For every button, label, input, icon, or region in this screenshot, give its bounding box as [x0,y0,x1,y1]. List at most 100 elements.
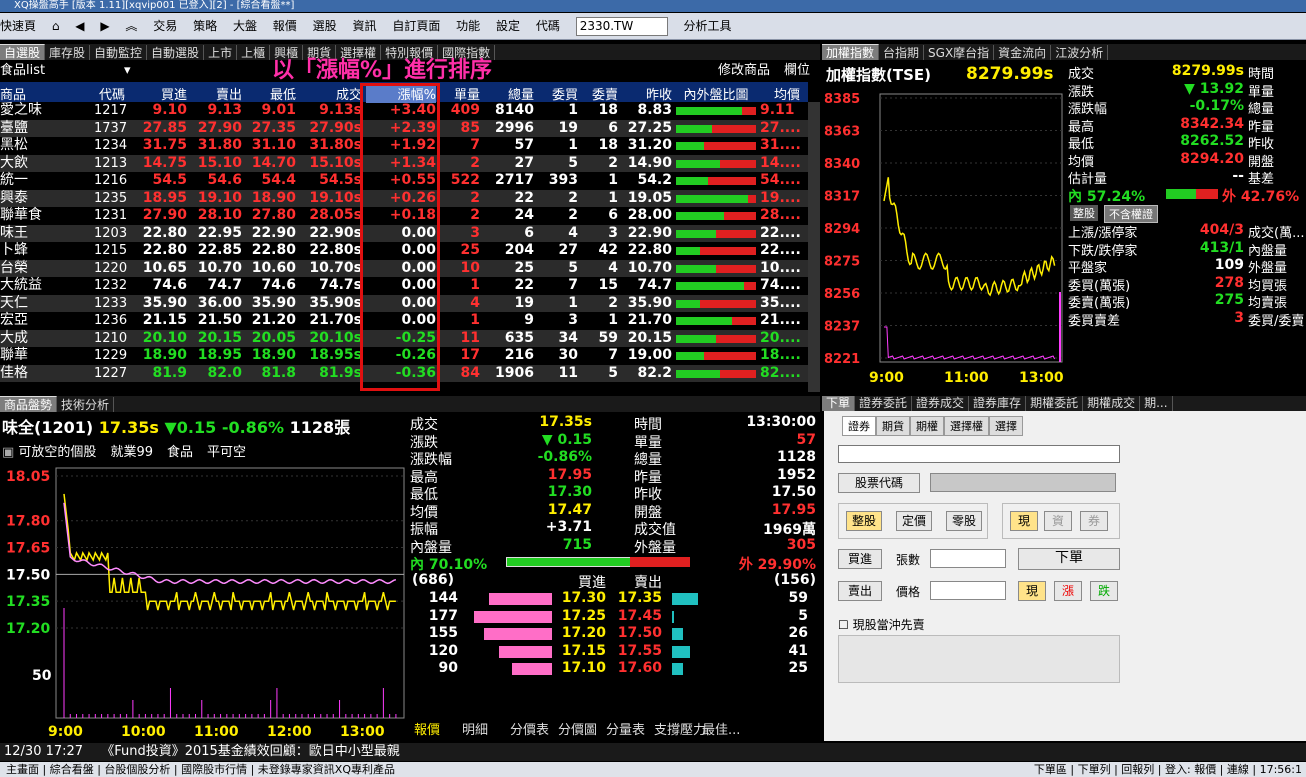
order-tab-3[interactable]: 證券庫存 [969,396,1027,411]
col-header-2[interactable]: 買進 [130,84,187,103]
home-icon[interactable]: ⌂ [52,13,60,39]
whole-share-button[interactable]: 整股 [846,511,882,531]
order-tab-0[interactable]: 下單 [822,396,856,411]
watchlist-tab-1[interactable]: 庫存股 [45,45,91,60]
limit-down-button[interactable]: 跌 [1090,581,1118,601]
col-header-0[interactable]: 商品 [0,84,28,103]
order-tab-2[interactable]: 證券成交 [912,396,970,411]
list-selector[interactable]: 食品list [0,63,45,78]
index-tab-3[interactable]: 資金流向 [994,45,1052,60]
order-subtab-2[interactable]: 期權 [910,416,944,436]
index-tab-1[interactable]: 台指期 [879,45,925,60]
menu-market[interactable]: 大盤 [233,13,257,39]
stock-code-button[interactable]: 股票代碼 [838,473,920,493]
market-price-button[interactable]: 現 [1018,581,1046,601]
watchlist-scrollbar[interactable] [808,102,820,392]
menu-info[interactable]: 資訊 [352,13,376,39]
order-tab-6[interactable]: 期... [1140,396,1173,411]
cell-avg: 10.... [760,259,801,276]
watchlist-tab-4[interactable]: 上市 [204,45,238,60]
news-ticker[interactable]: 12/30 17:27 《Fund投資》2015基金績效回顧：歐日中小型最親 [0,743,1306,761]
qty-input[interactable] [930,549,1006,568]
fixed-price-button[interactable]: 定價 [896,511,932,531]
stock-tag-0[interactable]: 可放空的個股 [18,445,96,460]
cash-button[interactable]: 現 [1010,511,1038,531]
index-tab-4[interactable]: 江波分析 [1051,45,1109,60]
order-tab-1[interactable]: 證券委託 [855,396,913,411]
collapse-icon[interactable]: ︽ [125,13,137,39]
order-subtab-3[interactable]: 選擇權 [944,416,989,436]
menu-strategy[interactable]: 策略 [193,13,217,39]
columns-button[interactable]: 欄位 [784,62,810,80]
forward-icon[interactable]: ▶ [100,13,109,39]
quote-bottom-tab-0[interactable]: 報價 [414,719,440,738]
quote-bottom-tab-1[interactable]: 明細 [462,719,488,738]
stock-tag-2[interactable]: 食品 [167,445,193,460]
menu-quote[interactable]: 報價 [273,13,297,39]
col-header-13[interactable]: 均價 [760,84,800,103]
menu-trade[interactable]: 交易 [153,13,177,39]
short-button[interactable]: 券 [1080,511,1108,531]
col-header-10[interactable]: 委賣 [582,84,618,103]
order-tab-5[interactable]: 期權成交 [1083,396,1141,411]
menu-settings[interactable]: 設定 [496,13,520,39]
col-header-9[interactable]: 委買 [540,84,578,103]
whole-share-toggle[interactable]: 整股 [1070,205,1098,221]
quote-tab-1[interactable]: 技術分析 [57,397,115,412]
quick-page-button[interactable]: 快速頁 [0,13,36,39]
checkbox-icon[interactable]: ▣ [2,445,18,460]
order-subtab-1[interactable]: 期貨 [876,416,910,436]
cell-avg: 21.... [760,312,801,328]
stock-code-input[interactable] [930,473,1116,492]
chevron-down-icon[interactable]: ▾ [124,62,131,80]
order-subtab-0[interactable]: 證券 [842,416,876,436]
menu-screener[interactable]: 選股 [313,13,337,39]
daytrade-checkbox[interactable]: ☐ 現股當沖先賣 [838,616,925,633]
menu-custom-page[interactable]: 自訂頁面 [392,13,440,39]
watchlist-tab-5[interactable]: 上櫃 [237,45,271,60]
edit-symbols-button[interactable]: 修改商品 [718,62,770,80]
quote-rvalue-1: 57 [796,431,816,448]
sell-button[interactable]: 賣出 [838,581,882,601]
index-tab-0[interactable]: 加權指數 [822,44,880,60]
quote-bottom-tab-5[interactable]: 支撐壓力 [654,719,706,738]
symbol-input[interactable]: 2330.TW [575,17,668,36]
page-tabs[interactable]: 主畫面 | 綜合看盤 | 台股個股分析 | 國際股市行情 | 未登錄專家資訊XQ… [6,763,395,776]
col-header-1[interactable]: 代碼 [94,84,125,103]
news-headline[interactable]: 《Fund投資》2015基金績效回顧：歐日中小型最親 [101,744,400,759]
stock-tag-3[interactable]: 平可空 [207,445,246,460]
account-select[interactable] [838,445,1120,463]
watchlist-tab-3[interactable]: 自動選股 [147,45,205,60]
stock-intraday-chart[interactable]: 18.05 17.80 17.65 17.50 17.35 17.20 50 9:00 10:0… [0,464,408,741]
buy-button[interactable]: 買進 [838,549,882,569]
limit-up-button[interactable]: 漲 [1054,581,1082,601]
col-header-3[interactable]: 賣出 [192,84,242,103]
col-header-8[interactable]: 總量 [486,84,534,103]
quote-bottom-tab-6[interactable]: 最佳... [702,719,740,738]
order-tab-4[interactable]: 期權委託 [1026,396,1084,411]
index-tab-2[interactable]: SGX摩台指 [924,45,995,60]
order-subtab-4[interactable]: 選擇 [989,416,1023,436]
menu-function[interactable]: 功能 [456,13,480,39]
col-header-5[interactable]: 成交 [300,84,362,103]
back-icon[interactable]: ◀ [75,13,84,39]
quote-bottom-tab-4[interactable]: 分量表 [606,719,645,738]
col-header-11[interactable]: 昨收 [624,84,672,103]
col-header-7[interactable]: 單量 [448,84,480,103]
col-header-4[interactable]: 最低 [248,84,296,103]
col-header-12[interactable]: 內外盤比圖 [676,84,756,103]
watchlist-tab-0[interactable]: 自選股 [0,44,46,60]
quote-tab-0[interactable]: 商品盤勢 [0,396,58,412]
analysis-tools-button[interactable]: 分析工具 [684,13,732,39]
order-panel: 證券 期貨 期權 選擇權 選擇 股票代碼 整股 定價 零股 現 資 券 買進 張數 下單… [824,411,1306,741]
stock-tag-1[interactable]: 就業99 [110,445,153,460]
price-input[interactable] [930,581,1006,600]
quote-bottom-tab-2[interactable]: 分價表 [510,719,549,738]
margin-button[interactable]: 資 [1044,511,1072,531]
exclude-warrant-toggle[interactable]: 不含權證 [1104,205,1158,223]
index-intraday-chart[interactable]: 8385 8363 8340 8317 8294 8275 8256 8237 8221 9:00… [822,89,1067,391]
submit-order-button[interactable]: 下單 [1018,548,1120,570]
odd-lot-button[interactable]: 零股 [946,511,982,531]
watchlist-tab-2[interactable]: 自動監控 [90,45,148,60]
quote-bottom-tab-3[interactable]: 分價圖 [558,719,597,738]
